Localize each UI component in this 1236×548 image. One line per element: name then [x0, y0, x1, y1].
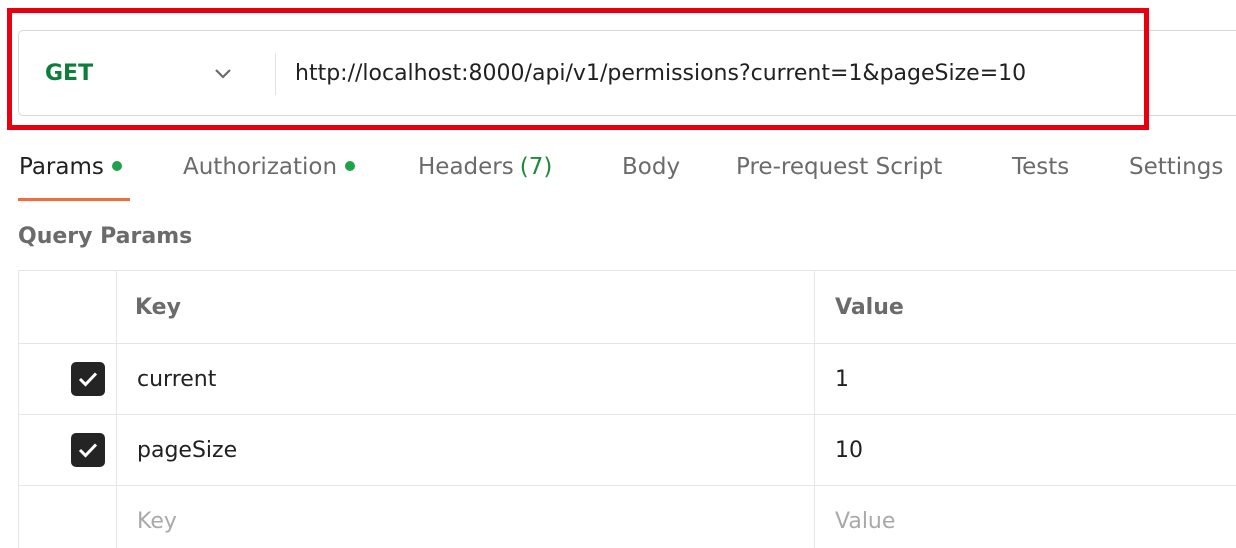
active-tab-underline [18, 198, 130, 201]
method-select[interactable]: GET [19, 31, 275, 115]
tab-params[interactable]: Params [19, 152, 122, 182]
authorization-status-dot [345, 160, 356, 171]
postman-request-screen: GET http://localhost:8000/api/v1/permiss… [0, 0, 1236, 548]
tab-tests-label: Tests [1012, 154, 1070, 180]
column-header-value: Value [835, 294, 904, 320]
tab-pre-request-script[interactable]: Pre-request Script [736, 152, 942, 182]
params-status-dot [111, 160, 122, 171]
tab-tests[interactable]: Tests [1012, 152, 1069, 182]
check-icon [78, 443, 97, 458]
row-check-cell [19, 415, 117, 485]
row-check-cell [19, 344, 117, 414]
row-check-cell [19, 486, 117, 548]
request-bar-divider [275, 53, 276, 95]
tab-pre-request-script-label: Pre-request Script [736, 154, 943, 180]
tab-body-label: Body [622, 154, 681, 180]
table-row: current 1 [19, 344, 1236, 415]
url-input[interactable]: http://localhost:8000/api/v1/permissions… [295, 59, 1026, 89]
query-params-table: Key Value current 1 pageSize 10 Key Valu… [18, 270, 1236, 548]
request-tabs: Params Authorization Headers (7) Body Pre… [0, 148, 1236, 204]
tab-authorization-label: Authorization [183, 154, 338, 180]
new-param-row: Key Value [19, 486, 1236, 548]
param-value[interactable]: 10 [815, 415, 1236, 485]
table-row: pageSize 10 [19, 415, 1236, 486]
request-bar: GET http://localhost:8000/api/v1/permiss… [18, 30, 1236, 116]
new-param-value-input[interactable]: Value [815, 486, 1236, 548]
param-checkbox[interactable] [70, 362, 105, 396]
tab-params-label: Params [19, 154, 104, 180]
query-params-title: Query Params [18, 224, 193, 249]
tab-headers[interactable]: Headers (7) [418, 152, 552, 182]
tab-body[interactable]: Body [622, 152, 680, 182]
chevron-down-icon [215, 69, 231, 79]
param-value[interactable]: 1 [815, 344, 1236, 414]
param-key[interactable]: pageSize [117, 415, 815, 485]
header-check-cell [19, 271, 117, 343]
param-checkbox[interactable] [70, 433, 105, 467]
headers-count: (7) [519, 154, 553, 180]
param-key[interactable]: current [117, 344, 815, 414]
method-label: GET [45, 61, 94, 86]
tab-headers-label: Headers [418, 154, 514, 180]
table-header-row: Key Value [19, 271, 1236, 344]
tab-authorization[interactable]: Authorization [183, 152, 356, 182]
tab-settings-label: Settings [1129, 154, 1224, 180]
new-param-key-input[interactable]: Key [117, 486, 815, 548]
column-header-key: Key [117, 271, 815, 343]
tab-settings[interactable]: Settings [1129, 152, 1223, 182]
check-icon [78, 372, 97, 387]
